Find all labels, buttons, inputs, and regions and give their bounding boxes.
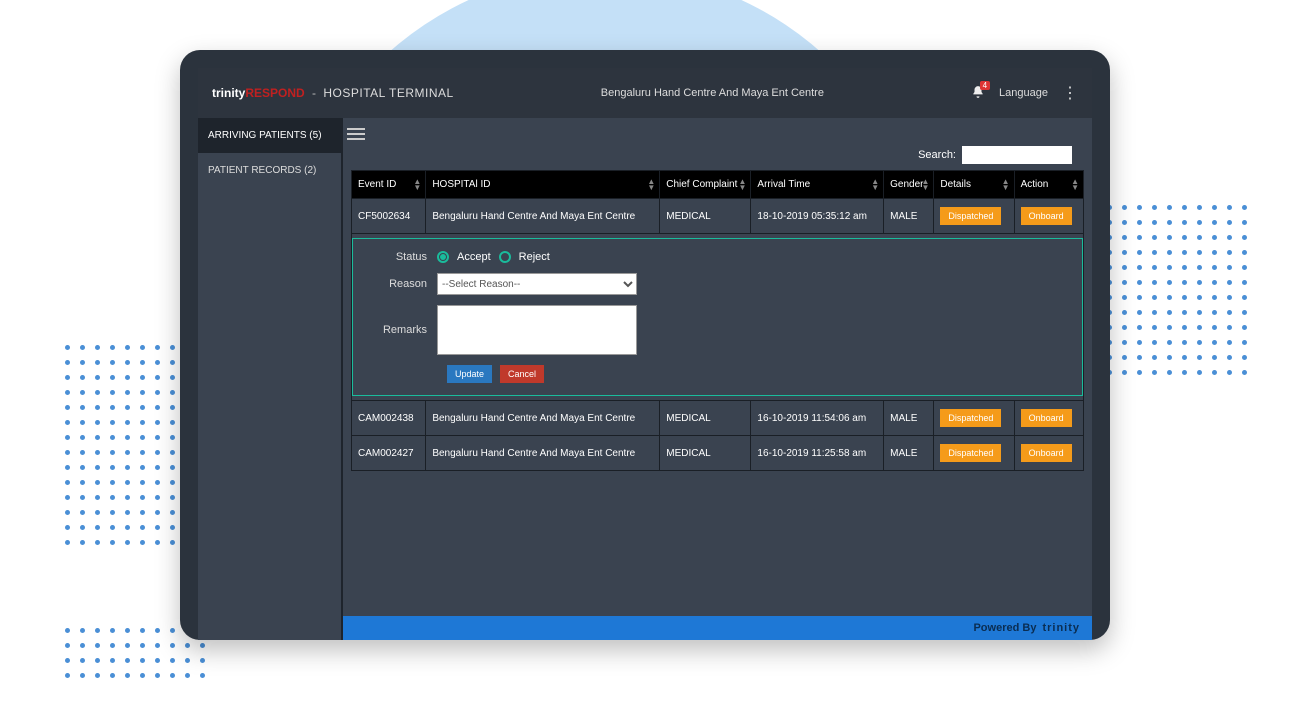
footer-brand: trinity (1042, 622, 1080, 634)
col-gender[interactable]: Gender▲▼ (884, 171, 934, 199)
col-chief-complaint[interactable]: Chief Complaint▲▼ (660, 171, 751, 199)
status-form: Status Accept Reject (352, 238, 1083, 396)
onboard-button[interactable]: Onboard (1021, 444, 1072, 462)
update-button[interactable]: Update (447, 365, 492, 383)
radio-reject[interactable] (499, 251, 511, 263)
col-event-id[interactable]: Event ID▲▼ (352, 171, 426, 199)
decorative-dots (60, 340, 180, 550)
brand-respond: RESPOND (245, 86, 304, 100)
details-button[interactable]: Dispatched (940, 444, 1001, 462)
col-hospital-id[interactable]: HOSPITAl ID▲▼ (426, 171, 660, 199)
remarks-label: Remarks (367, 324, 437, 336)
main-panel: Search: Event ID▲▼ HOSPITAl ID▲▼ Chief C… (343, 118, 1092, 640)
onboard-button[interactable]: Onboard (1021, 207, 1072, 225)
col-details[interactable]: Details▲▼ (934, 171, 1014, 199)
powered-by-label: Powered By (973, 622, 1036, 634)
tablet-frame: trinityRESPOND - HOSPITAL TERMINAL Benga… (180, 50, 1110, 640)
accept-label: Accept (457, 251, 491, 263)
notification-bell-icon[interactable]: 4 (971, 85, 985, 102)
details-button[interactable]: Dispatched (940, 409, 1001, 427)
sidebar: ARRIVING PATIENTS (5) PATIENT RECORDS (2… (198, 118, 343, 640)
hamburger-icon[interactable] (347, 128, 365, 140)
reject-label: Reject (519, 251, 550, 263)
notification-badge: 4 (980, 81, 990, 90)
col-arrival-time[interactable]: Arrival Time▲▼ (751, 171, 884, 199)
sidebar-item-arriving-patients[interactable]: ARRIVING PATIENTS (5) (198, 118, 341, 153)
radio-accept[interactable] (437, 251, 449, 263)
table-row[interactable]: CAM002427 Bengaluru Hand Centre And Maya… (352, 436, 1084, 471)
reason-select[interactable]: --Select Reason-- (437, 273, 637, 295)
brand-trinity: trinity (212, 86, 245, 100)
search-label: Search: (918, 149, 956, 161)
sidebar-item-patient-records[interactable]: PATIENT RECORDS (2) (198, 153, 341, 188)
search-input[interactable] (962, 146, 1072, 164)
more-menu-icon[interactable]: ⋮ (1062, 83, 1078, 103)
language-selector[interactable]: Language (999, 87, 1048, 99)
table-row[interactable]: CF5002634 Bengaluru Hand Centre And Maya… (352, 199, 1084, 234)
remarks-textarea[interactable] (437, 305, 637, 355)
decorative-dots (1102, 200, 1252, 380)
table-row[interactable]: CAM002438 Bengaluru Hand Centre And Maya… (352, 401, 1084, 436)
patients-table: Event ID▲▼ HOSPITAl ID▲▼ Chief Complaint… (351, 170, 1084, 471)
status-label: Status (367, 251, 437, 263)
brand-logo: trinityRESPOND - HOSPITAL TERMINAL (212, 86, 454, 100)
expanded-row: Status Accept Reject (352, 234, 1084, 401)
details-button[interactable]: Dispatched (940, 207, 1001, 225)
top-bar: trinityRESPOND - HOSPITAL TERMINAL Benga… (198, 68, 1092, 118)
cancel-button[interactable]: Cancel (500, 365, 544, 383)
brand-terminal: HOSPITAL TERMINAL (323, 86, 453, 100)
hospital-name: Bengaluru Hand Centre And Maya Ent Centr… (454, 87, 971, 99)
footer-bar: Powered By trinity (343, 616, 1092, 640)
col-action[interactable]: Action▲▼ (1014, 171, 1083, 199)
reason-label: Reason (367, 278, 437, 290)
onboard-button[interactable]: Onboard (1021, 409, 1072, 427)
